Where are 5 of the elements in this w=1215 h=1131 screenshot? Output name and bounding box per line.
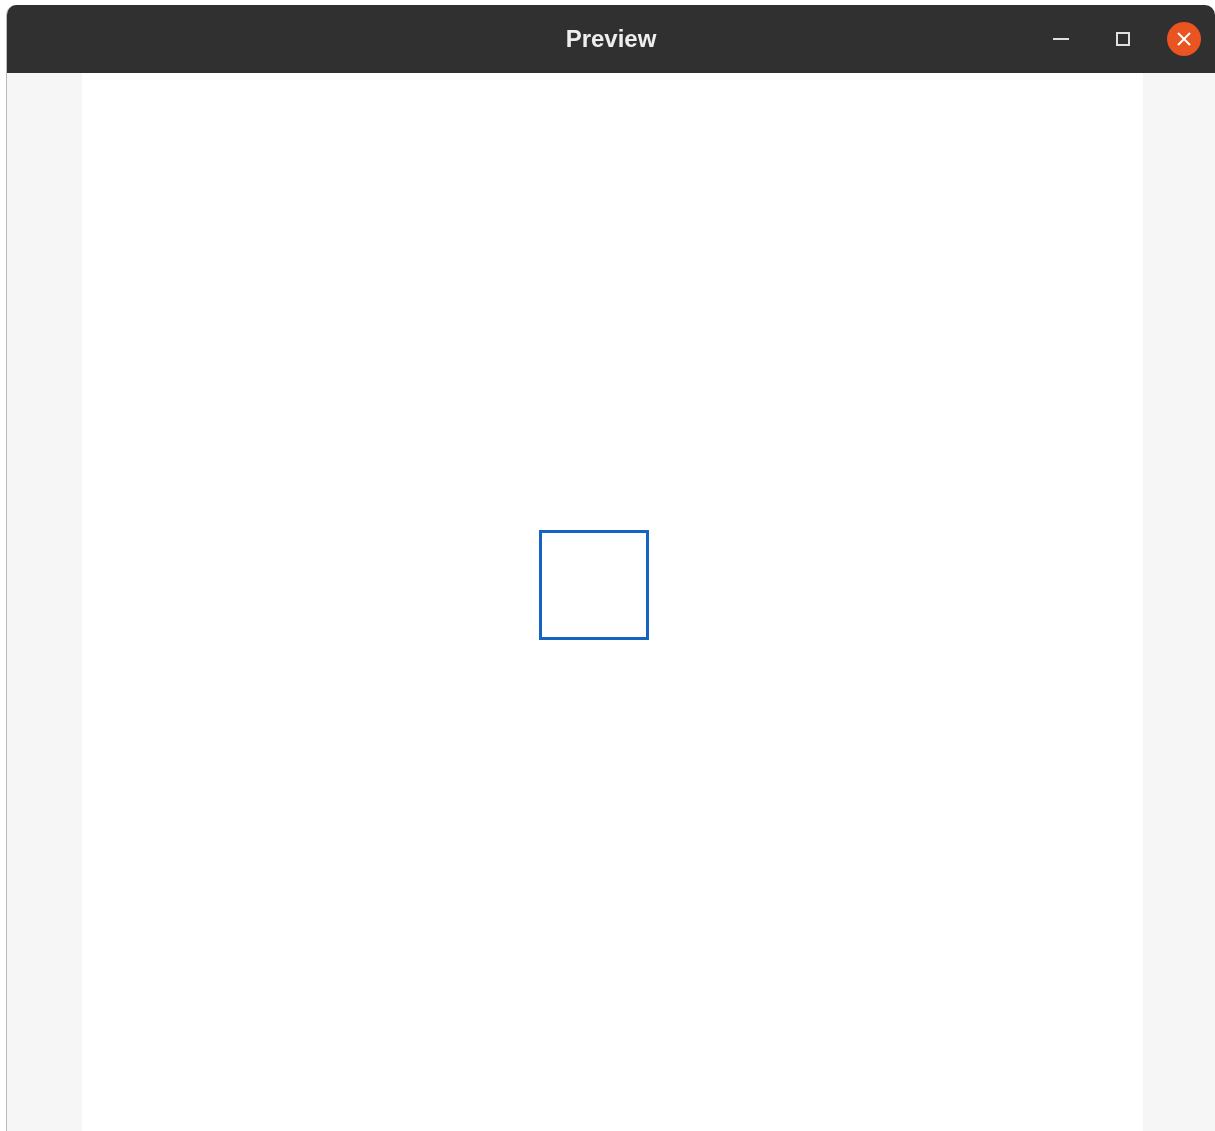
minimize-icon <box>1053 37 1069 41</box>
close-button[interactable] <box>1167 22 1201 56</box>
close-icon <box>1177 32 1191 46</box>
window-title: Preview <box>565 24 657 54</box>
maximize-icon <box>1116 32 1130 46</box>
